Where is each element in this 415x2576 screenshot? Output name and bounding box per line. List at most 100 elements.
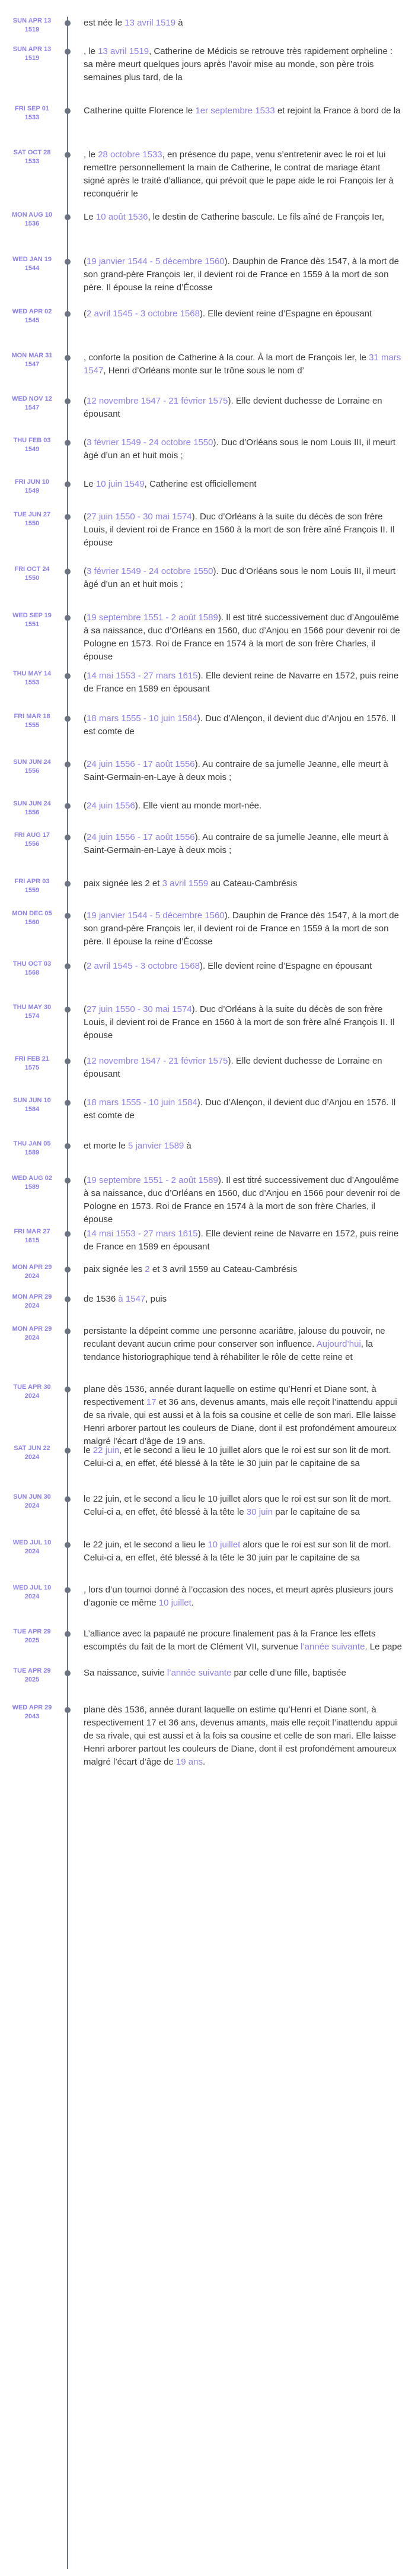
entry-date: SAT OCT 28 1533 [2,148,62,166]
timeline-dot [65,152,71,158]
entry-date: TUE APR 30 2024 [2,1383,62,1401]
entry-date: SUN JUN 30 2024 [2,1493,62,1511]
entry-date-day: TUE APR 29 [13,1667,51,1674]
entry-text: est née le 13 avril 1519 à [84,17,404,30]
entry-highlight: 12 novembre 1547 - 21 février 1575 [87,396,228,406]
entry-date-year: 1556 [24,809,40,816]
entry-highlight: 30 juin [246,1507,273,1517]
entry-text: paix signée les 2 et 3 avril 1559 au Cat… [84,1263,404,1276]
entry-date: THU MAY 30 1574 [2,1003,62,1021]
entry-date-year: 1555 [24,722,40,729]
timeline-dot [65,673,71,679]
entry-text: et morte le 5 janvier 1589 à [84,1140,404,1153]
entry-text-segment: paix signée les [84,1264,145,1274]
entry-date-year: 1574 [24,1013,40,1020]
entry-text: (3 février 1549 - 24 octobre 1550). Duc … [84,436,404,462]
entry-date: FRI OCT 24 1550 [2,565,62,583]
entry-date-day: SAT OCT 28 [13,149,51,156]
entry-text-segment: par le capitaine de sa [273,1507,360,1517]
timeline-dot [65,398,71,404]
timeline-dot [65,20,71,26]
entry-date-year: 1584 [24,1106,40,1113]
entry-date: WED APR 02 1545 [2,307,62,325]
entry-highlight: 19 ans [175,1757,203,1767]
entry-date-day: FRI FEB 21 [14,1055,50,1062]
entry-text: (18 mars 1555 - 10 juin 1584). Duc d’Ale… [84,712,404,738]
timeline-dot [65,615,71,621]
entry-text-segment: , Catherine est officiellement [144,479,257,489]
entry-text: Catherine quitte Florence le 1er septemb… [84,104,404,118]
entry-date-year: 1519 [24,26,40,33]
entry-date-year: 1589 [24,1149,40,1156]
timeline-dot [65,1296,71,1302]
entry-highlight: 24 juin 1556 - 17 août 1556 [87,832,195,842]
timeline-dot [65,1542,71,1548]
timeline-dot [65,259,71,265]
entry-highlight: 10 juillet [158,1598,191,1608]
entry-text-segment: Catherine quitte Florence le [84,106,196,116]
entry-text: (12 novembre 1547 - 21 février 1575). El… [84,1055,404,1081]
entry-date-year: 1556 [24,767,40,775]
timeline-dot [65,1007,71,1013]
entry-date-day: MON APR 29 [12,1264,52,1271]
entry-highlight: 10 juin 1549 [95,479,145,489]
entry-date: WED JUL 10 2024 [2,1584,62,1601]
entry-date-day: THU OCT 03 [12,960,52,967]
entry-text: (24 juin 1556). Elle vient au monde mort… [84,800,404,813]
entry-date-day: TUE APR 30 [13,1384,51,1391]
entry-date: TUE APR 29 2025 [2,1667,62,1684]
timeline-dot [65,514,71,520]
entry-highlight: 14 mai 1553 - 27 mars 1615 [87,671,198,681]
entry-date: MON APR 29 2024 [2,1325,62,1343]
entry-date-day: FRI OCT 24 [14,566,50,573]
entry-date: SAT JUN 22 2024 [2,1444,62,1462]
entry-date-day: SUN APR 13 [12,46,52,53]
timeline-dot [65,1328,71,1334]
entry-highlight: l’année suivante [301,1642,365,1652]
timeline-dot [65,1143,71,1149]
entry-date-year: 1533 [24,158,40,165]
entry-date-year: 1545 [24,317,40,324]
entry-highlight: 22 juin [92,1445,120,1455]
entry-highlight: l’année suivante [167,1668,232,1678]
entry-text: paix signée les 2 et 3 avril 1559 au Cat… [84,877,404,890]
entry-date-day: WED JUL 10 [12,1584,52,1591]
timeline-dot [65,1058,71,1064]
entry-date: FRI JUN 10 1549 [2,478,62,496]
entry-highlight: 28 octobre 1533 [98,150,162,160]
entry-date-year: 2024 [24,1273,40,1280]
entry-date: WED JAN 19 1544 [2,255,62,273]
entry-date: THU OCT 03 1568 [2,960,62,978]
entry-date-day: FRI AUG 17 [14,832,50,839]
entry-text: (27 juin 1550 - 30 mai 1574). Duc d’Orlé… [84,1003,404,1042]
entry-highlight: 3 février 1549 - 24 octobre 1550 [87,437,213,448]
entry-highlight: 13 avril 1519 [124,18,176,28]
entry-date-day: SUN APR 13 [12,17,52,24]
entry-highlight: 24 juin 1556 [87,801,135,811]
entry-text: le 22 juin, et le second a lieu le 10 ju… [84,1444,404,1470]
entry-date-day: THU MAY 30 [12,1004,52,1011]
timeline-dot [65,1707,71,1713]
entry-text-segment: le 22 juin, et le second a lieu le [84,1540,208,1550]
entry-text-segment: ). Elle devient reine d’Espagne en épous… [199,961,372,971]
entry-text-segment: . [191,1598,194,1608]
entry-date: WED APR 29 2043 [2,1703,62,1721]
entry-date-day: WED APR 02 [12,308,52,315]
entry-text: (14 mai 1553 - 27 mars 1615). Elle devie… [84,670,404,696]
entry-date: MON APR 29 2024 [2,1263,62,1281]
entry-text: (24 juin 1556 - 17 août 1556). Au contra… [84,758,404,784]
entry-text-segment: , puis [145,1294,167,1304]
entry-text: (14 mai 1553 - 27 mars 1615). Elle devie… [84,1227,404,1254]
entry-highlight: 19 septembre 1551 - 2 août 1589 [87,613,218,623]
entry-text: L’alliance avec la papauté ne procure fi… [84,1628,404,1654]
entry-highlight: 19 janvier 1544 - 5 décembre 1560 [87,911,225,921]
entry-text: plane dès 1536, année durant laquelle on… [84,1383,404,1448]
entry-date-day: WED AUG 02 [11,1175,53,1182]
timeline-dot [65,49,71,55]
entry-date: MON MAR 31 1547 [2,351,62,369]
entry-date: THU MAY 14 1553 [2,670,62,687]
entry-text: (2 avril 1545 - 3 octobre 1568). Elle de… [84,960,404,973]
entry-date-day: SUN JUN 30 [13,1493,51,1500]
entry-text-segment: paix signée les 2 et [84,878,162,889]
timeline-dot [65,1231,71,1237]
